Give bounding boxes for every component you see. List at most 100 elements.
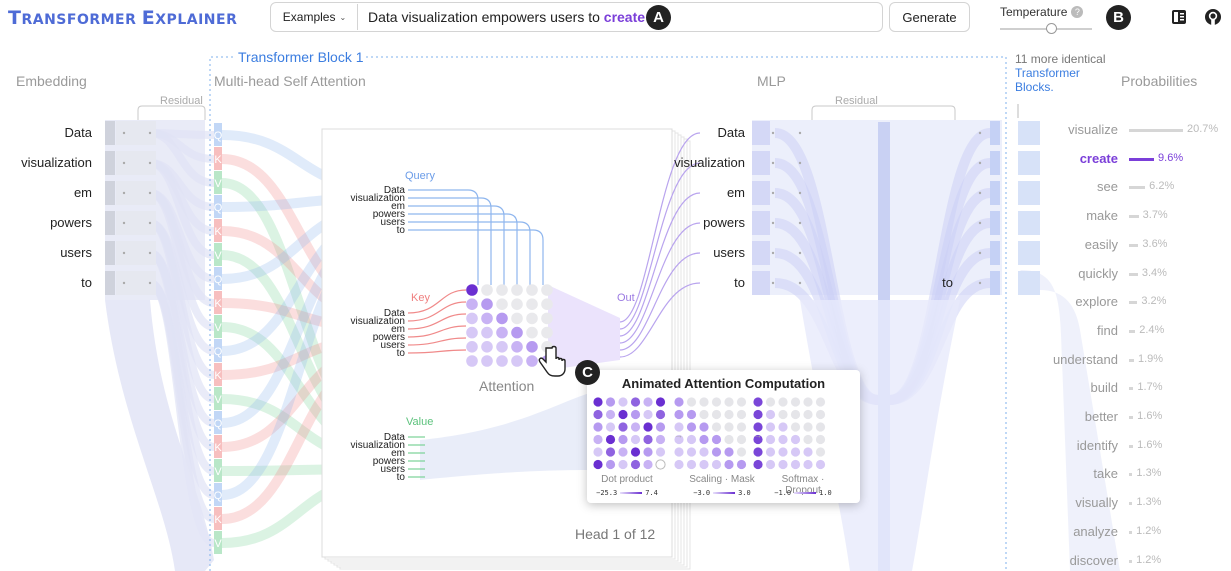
popup-matrix-cell bbox=[630, 409, 641, 420]
probability-word[interactable]: easily bbox=[1008, 237, 1118, 252]
mlp-token[interactable]: Data bbox=[645, 125, 745, 140]
probability-value: 6.2% bbox=[1149, 180, 1175, 193]
mlp-token[interactable]: users bbox=[645, 245, 745, 260]
popup-matrix-cell bbox=[815, 397, 826, 407]
popup-matrix-cell bbox=[815, 447, 826, 457]
embedding-vector bbox=[105, 241, 115, 265]
vector-dot bbox=[771, 251, 775, 255]
mlp-output-cell bbox=[990, 241, 1000, 265]
popup-matrix-cell bbox=[699, 409, 709, 420]
probability-word[interactable]: identify bbox=[1008, 438, 1118, 453]
probability-value: 1.6% bbox=[1137, 438, 1163, 451]
popup-matrix-cell bbox=[643, 397, 653, 407]
qkv-letter: V bbox=[214, 466, 222, 478]
query-label: Query bbox=[405, 170, 435, 182]
popup-matrix-cell bbox=[711, 409, 722, 420]
vector-dot bbox=[122, 161, 126, 165]
popup-matrix-cell bbox=[765, 459, 776, 470]
attention-cell bbox=[526, 284, 538, 296]
probability-bar bbox=[1129, 416, 1134, 419]
probability-value: 1.9% bbox=[1137, 352, 1164, 365]
qkv-letter: Q bbox=[214, 418, 223, 430]
popup-matrix-cell bbox=[674, 397, 684, 407]
popup-matrix-cell bbox=[674, 409, 684, 420]
step-range: −25.3 7.4 bbox=[596, 489, 658, 497]
popup-matrix-cell bbox=[593, 397, 603, 407]
probability-word[interactable]: build bbox=[1008, 380, 1118, 395]
step-caption: Scaling · Mask bbox=[689, 474, 755, 485]
probability-word[interactable]: explore bbox=[1008, 294, 1118, 309]
out-label: Out bbox=[617, 292, 635, 304]
more-blocks-note[interactable]: 11 more identical Transformer Blocks. bbox=[1015, 52, 1106, 94]
popup-matrix-cell bbox=[605, 434, 616, 445]
attention-cell bbox=[526, 312, 538, 325]
probability-word[interactable]: better bbox=[1008, 409, 1118, 424]
probability-value: 20.7% bbox=[1187, 123, 1219, 135]
probability-word[interactable]: make bbox=[1008, 208, 1118, 223]
qkv-letter: K bbox=[214, 514, 222, 526]
help-icon[interactable]: ? bbox=[1071, 6, 1084, 18]
probability-word[interactable]: analyze bbox=[1008, 524, 1118, 539]
attention-cell bbox=[496, 298, 508, 311]
arrow-icon: → bbox=[674, 430, 683, 440]
attention-cell bbox=[511, 326, 523, 339]
popup-matrix-cell bbox=[778, 422, 788, 432]
popup-matrix-cell bbox=[778, 434, 788, 445]
popup-matrix-cell bbox=[593, 434, 603, 445]
popup-matrix-cell bbox=[674, 459, 684, 470]
probability-word[interactable]: visualize bbox=[1008, 122, 1118, 137]
prompt-input[interactable]: Data visualization empowers users to cre… bbox=[368, 9, 645, 25]
attention-cell bbox=[511, 298, 523, 311]
probability-value: 1.2% bbox=[1136, 524, 1162, 537]
mlp-input-cell bbox=[752, 271, 770, 295]
attention-cell bbox=[466, 341, 478, 353]
probability-word[interactable]: visually bbox=[1008, 495, 1118, 510]
embedding-token[interactable]: users bbox=[0, 245, 92, 260]
book-icon[interactable] bbox=[1168, 6, 1190, 28]
probability-word[interactable]: see bbox=[1008, 179, 1118, 194]
probability-word[interactable]: discover bbox=[1008, 553, 1118, 568]
popup-matrix-cell bbox=[655, 434, 666, 445]
popup-matrix-cell bbox=[724, 422, 734, 432]
mlp-output-cell bbox=[990, 211, 1000, 235]
mlp-token[interactable]: to bbox=[645, 275, 745, 290]
attention-label: Attention bbox=[479, 378, 535, 394]
github-icon[interactable] bbox=[1202, 6, 1224, 28]
vector-dot bbox=[148, 191, 152, 195]
embedding-vector bbox=[105, 211, 115, 235]
embedding-token[interactable]: Data bbox=[0, 125, 92, 140]
temperature-slider-handle[interactable] bbox=[1045, 23, 1057, 34]
popup-matrix-cell bbox=[736, 447, 747, 457]
examples-label: Examples bbox=[282, 10, 336, 24]
embedding-token[interactable]: to bbox=[0, 275, 92, 290]
probability-bar bbox=[1129, 243, 1139, 247]
examples-dropdown[interactable]: Examples ⌄ bbox=[272, 4, 358, 30]
embedding-token[interactable]: visualization bbox=[0, 155, 92, 170]
popup-matrix-cell bbox=[736, 422, 747, 432]
mlp-token[interactable]: powers bbox=[645, 215, 745, 230]
popup-matrix-cell bbox=[803, 422, 813, 432]
attention-cell bbox=[481, 326, 493, 339]
attention-cell bbox=[466, 284, 478, 296]
probability-word[interactable]: find bbox=[1008, 323, 1118, 338]
attention-cell bbox=[481, 312, 493, 325]
probability-word[interactable]: quickly bbox=[1008, 266, 1118, 281]
popup-matrix-cell bbox=[618, 434, 628, 445]
probability-word[interactable]: understand bbox=[1008, 352, 1118, 367]
embedding-token[interactable]: powers bbox=[0, 215, 92, 230]
qkv-letter: V bbox=[214, 250, 222, 262]
prompt-highlight: create bbox=[603, 9, 646, 25]
mlp-token[interactable]: em bbox=[645, 185, 745, 200]
generate-button[interactable]: Generate bbox=[889, 2, 970, 32]
probability-word[interactable]: take bbox=[1008, 466, 1118, 481]
mlp-token[interactable]: visualization bbox=[645, 155, 745, 170]
embedding-token[interactable]: em bbox=[0, 185, 92, 200]
popup-matrix-cell bbox=[618, 397, 628, 407]
probability-word[interactable]: create bbox=[1008, 151, 1118, 166]
annotation-badge-b: B bbox=[1106, 5, 1131, 30]
qkv-token: to bbox=[396, 348, 405, 359]
probability-bar bbox=[1129, 444, 1134, 448]
attention-cell bbox=[526, 298, 538, 311]
vector-dot bbox=[978, 251, 982, 255]
popup-matrix-cell bbox=[765, 434, 776, 445]
